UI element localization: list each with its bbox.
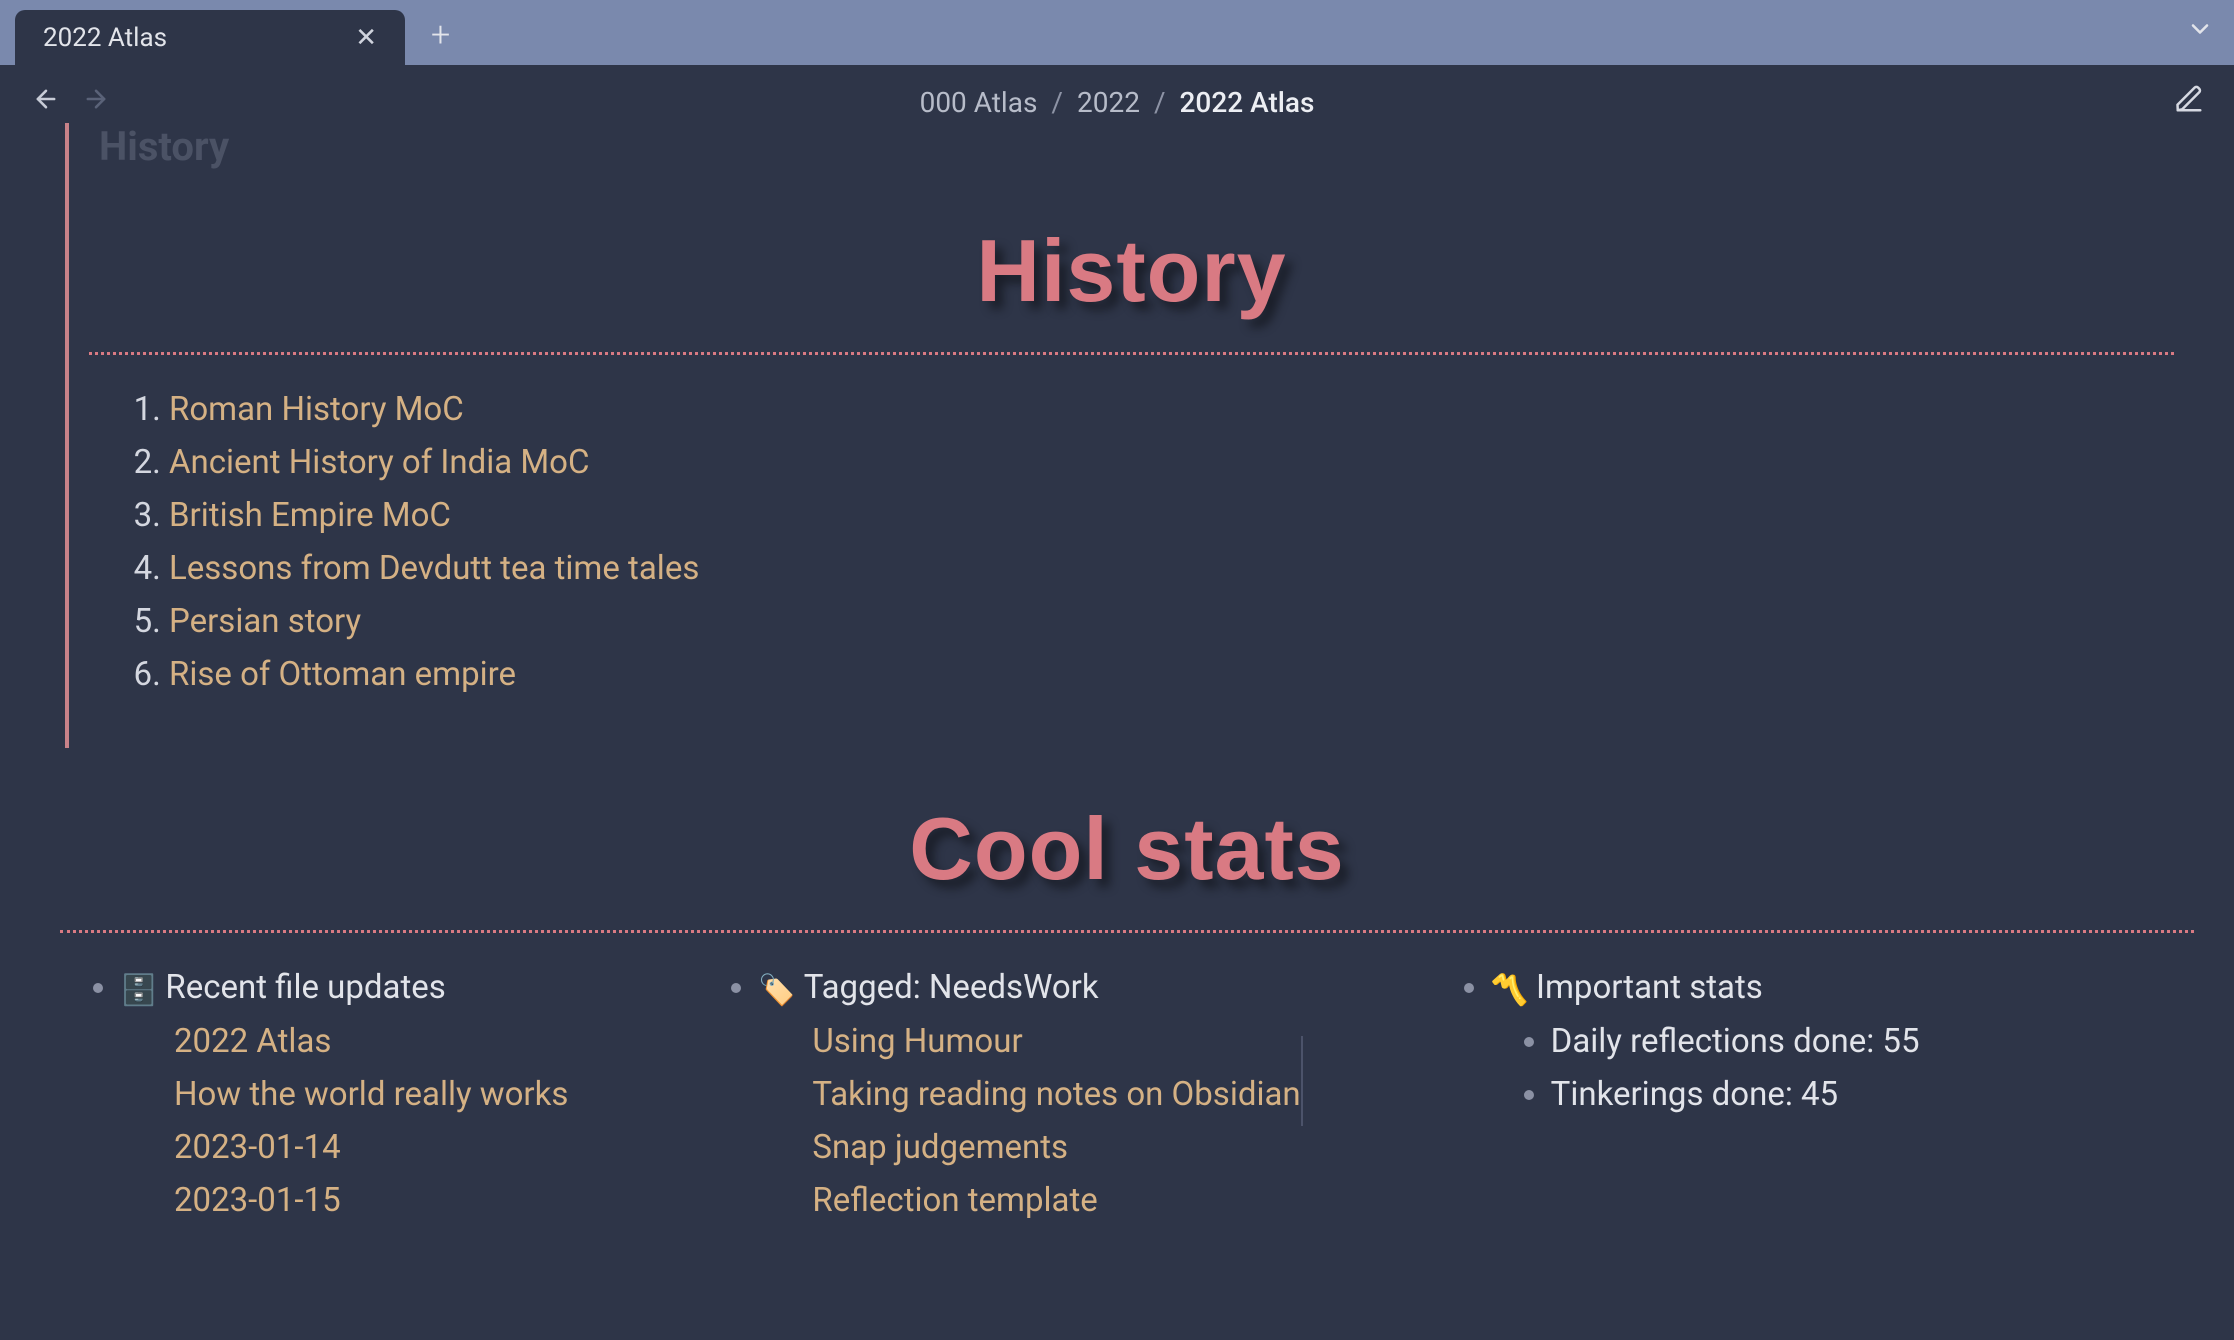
note-link[interactable]: Lessons from Devdutt tea time tales (169, 549, 699, 588)
history-heading: History (69, 220, 2194, 322)
note-link[interactable]: 2023-01-14 (174, 1128, 341, 1167)
close-icon[interactable]: ✕ (355, 25, 377, 51)
chevron-down-icon[interactable] (2186, 15, 2214, 51)
coolstats-heading: Cool stats (60, 798, 2194, 900)
divider (89, 352, 2174, 355)
tag-icon: 🏷️ (758, 973, 795, 1008)
list-item: British Empire MoC (169, 496, 2194, 535)
breadcrumb-part[interactable]: 000 Atlas (920, 86, 1038, 119)
col-head: 🏷️ Tagged: NeedsWork (758, 968, 1098, 1007)
breadcrumb-current: 2022 Atlas (1180, 86, 1315, 119)
breadcrumb-sep: / (1051, 86, 1063, 119)
edit-icon[interactable] (2174, 84, 2204, 122)
note-link[interactable]: Using Humour (812, 1022, 1022, 1061)
breadcrumb: 000 Atlas / 2022 / 2022 Atlas (920, 86, 1315, 119)
list-item: Persian story (169, 602, 2194, 641)
nav-back-icon[interactable] (32, 85, 60, 121)
note-content: History History Roman History MoC Ancien… (0, 123, 2234, 1234)
col-label: Tagged: NeedsWork (804, 968, 1099, 1007)
col-label: Important stats (1536, 968, 1763, 1007)
col-label: Recent file updates (165, 968, 445, 1007)
breadcrumb-part[interactable]: 2022 (1077, 86, 1140, 119)
history-list: Roman History MoC Ancient History of Ind… (169, 390, 2194, 694)
tab-active[interactable]: 2022 Atlas ✕ (15, 10, 405, 65)
list-item: 2023-01-15 (174, 1181, 568, 1220)
list-item: Reflection template (812, 1181, 1300, 1220)
list-item: 2022 Atlas (174, 1022, 568, 1061)
stat-item: Tinkerings done: 45 (1551, 1075, 1920, 1114)
history-block: History History Roman History MoC Ancien… (65, 123, 2194, 748)
header-row: 000 Atlas / 2022 / 2022 Atlas (0, 65, 2234, 141)
note-link[interactable]: Snap judgements (812, 1128, 1068, 1167)
list-item: How the world really works (174, 1075, 568, 1114)
list-item: Ancient History of India MoC (169, 443, 2194, 482)
note-link[interactable]: British Empire MoC (169, 496, 451, 535)
nav-forward-icon (82, 85, 110, 121)
list-item: Lessons from Devdutt tea time tales (169, 549, 2194, 588)
important-stats-col: 〽️Important stats Daily reflections done… (1461, 968, 1920, 1234)
file-cabinet-icon: 🗄️ (120, 973, 157, 1008)
note-link[interactable]: How the world really works (174, 1075, 568, 1114)
col-head: 🗄️Recent file updates (120, 968, 446, 1007)
list-item: Snap judgements (812, 1128, 1300, 1167)
note-link[interactable]: Roman History MoC (169, 390, 464, 429)
note-link[interactable]: 2022 Atlas (174, 1022, 331, 1061)
note-link[interactable]: Taking reading notes on Obsidian (812, 1075, 1300, 1114)
note-link[interactable]: Ancient History of India MoC (169, 443, 589, 482)
note-link[interactable]: 2023-01-15 (174, 1181, 341, 1220)
tab-title: 2022 Atlas (43, 23, 167, 53)
note-link[interactable]: Reflection template (812, 1181, 1097, 1220)
note-link[interactable]: Persian story (169, 602, 361, 641)
tab-bar: 2022 Atlas ✕ + (0, 0, 2234, 65)
col-head: 〽️Important stats (1491, 968, 1763, 1007)
chart-icon: 〽️ (1491, 973, 1528, 1008)
list-item: Taking reading notes on Obsidian (812, 1075, 1300, 1114)
list-item: Using Humour (812, 1022, 1300, 1061)
note-link[interactable]: Rise of Ottoman empire (169, 655, 516, 694)
stats-columns: 🗄️Recent file updates 2022 Atlas How the… (90, 968, 2194, 1234)
tagged-col: 🏷️ Tagged: NeedsWork Using Humour Taking … (728, 968, 1300, 1234)
list-item: Roman History MoC (169, 390, 2194, 429)
list-item: 2023-01-14 (174, 1128, 568, 1167)
breadcrumb-sep: / (1154, 86, 1166, 119)
list-item: Rise of Ottoman empire (169, 655, 2194, 694)
divider (60, 930, 2194, 933)
stat-item: Daily reflections done: 55 (1551, 1022, 1920, 1061)
recent-updates-col: 🗄️Recent file updates 2022 Atlas How the… (90, 968, 568, 1234)
new-tab-button[interactable]: + (431, 15, 450, 55)
